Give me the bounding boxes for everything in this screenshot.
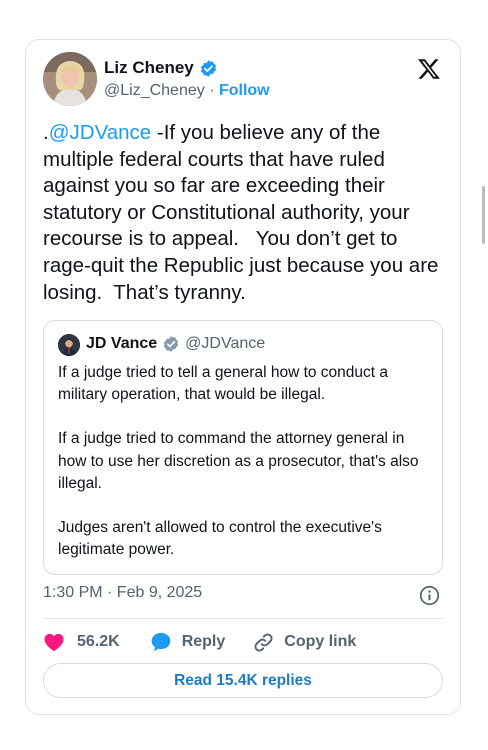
person-portrait-icon bbox=[58, 334, 80, 356]
gray-verified-badge-icon bbox=[164, 336, 179, 352]
author-handle[interactable]: @Liz_Cheney bbox=[104, 82, 205, 99]
tweet-actions: 56.2K Reply Copy link bbox=[43, 630, 356, 654]
quoted-paragraph: If a judge tried to tell a general how t… bbox=[58, 364, 389, 404]
author-avatar[interactable] bbox=[43, 52, 97, 106]
quoted-author-name[interactable]: JD Vance bbox=[86, 335, 157, 353]
author-handle-row: @Liz_Cheney · Follow bbox=[104, 82, 270, 100]
heart-icon bbox=[44, 633, 64, 652]
quoted-author-row: JD Vance @JDVance bbox=[86, 335, 265, 353]
quoted-paragraph: If a judge tried to command the attorney… bbox=[58, 430, 419, 492]
reply-label: Reply bbox=[181, 633, 226, 650]
x-logo-icon[interactable] bbox=[417, 57, 441, 81]
like-count: 56.2K bbox=[77, 633, 120, 650]
scrollbar[interactable] bbox=[482, 186, 485, 244]
quoted-author-avatar[interactable] bbox=[58, 334, 80, 356]
tweet-text-body: -If you believe any of the multiple fede… bbox=[43, 121, 445, 304]
verified-badge-icon bbox=[200, 59, 216, 77]
link-icon bbox=[254, 632, 273, 652]
tweet-timestamp[interactable]: 1:30 PM · Feb 9, 2025 bbox=[43, 584, 202, 602]
author-name[interactable]: Liz Cheney bbox=[104, 58, 194, 78]
follow-button[interactable]: Follow bbox=[219, 82, 270, 99]
copy-link-button[interactable]: Copy link bbox=[253, 632, 356, 653]
quoted-author-handle[interactable]: @JDVance bbox=[185, 335, 265, 353]
quoted-paragraph: Judges aren't allowed to control the exe… bbox=[58, 519, 382, 559]
quoted-tweet-text: If a judge tried to tell a general how t… bbox=[58, 362, 436, 583]
divider bbox=[43, 618, 443, 619]
person-portrait-icon bbox=[43, 52, 97, 106]
copy-link-label: Copy link bbox=[284, 633, 357, 650]
info-icon[interactable] bbox=[419, 585, 440, 606]
page: Liz Cheney @Liz_Cheney · Follow .@JDVanc… bbox=[0, 0, 488, 750]
like-button[interactable]: 56.2K bbox=[43, 632, 120, 652]
read-replies-label: Read 15.4K replies bbox=[174, 671, 312, 689]
reply-button[interactable]: Reply bbox=[150, 631, 226, 653]
reply-bubble-icon bbox=[151, 632, 171, 652]
handle-separator: · bbox=[204, 82, 219, 99]
author-name-row[interactable]: Liz Cheney bbox=[104, 58, 218, 78]
tweet-text: .@JDVance -If you believe any of the mul… bbox=[43, 120, 448, 306]
mention-link[interactable]: @JDVance bbox=[49, 121, 151, 144]
read-replies-button[interactable]: Read 15.4K replies bbox=[43, 663, 443, 698]
